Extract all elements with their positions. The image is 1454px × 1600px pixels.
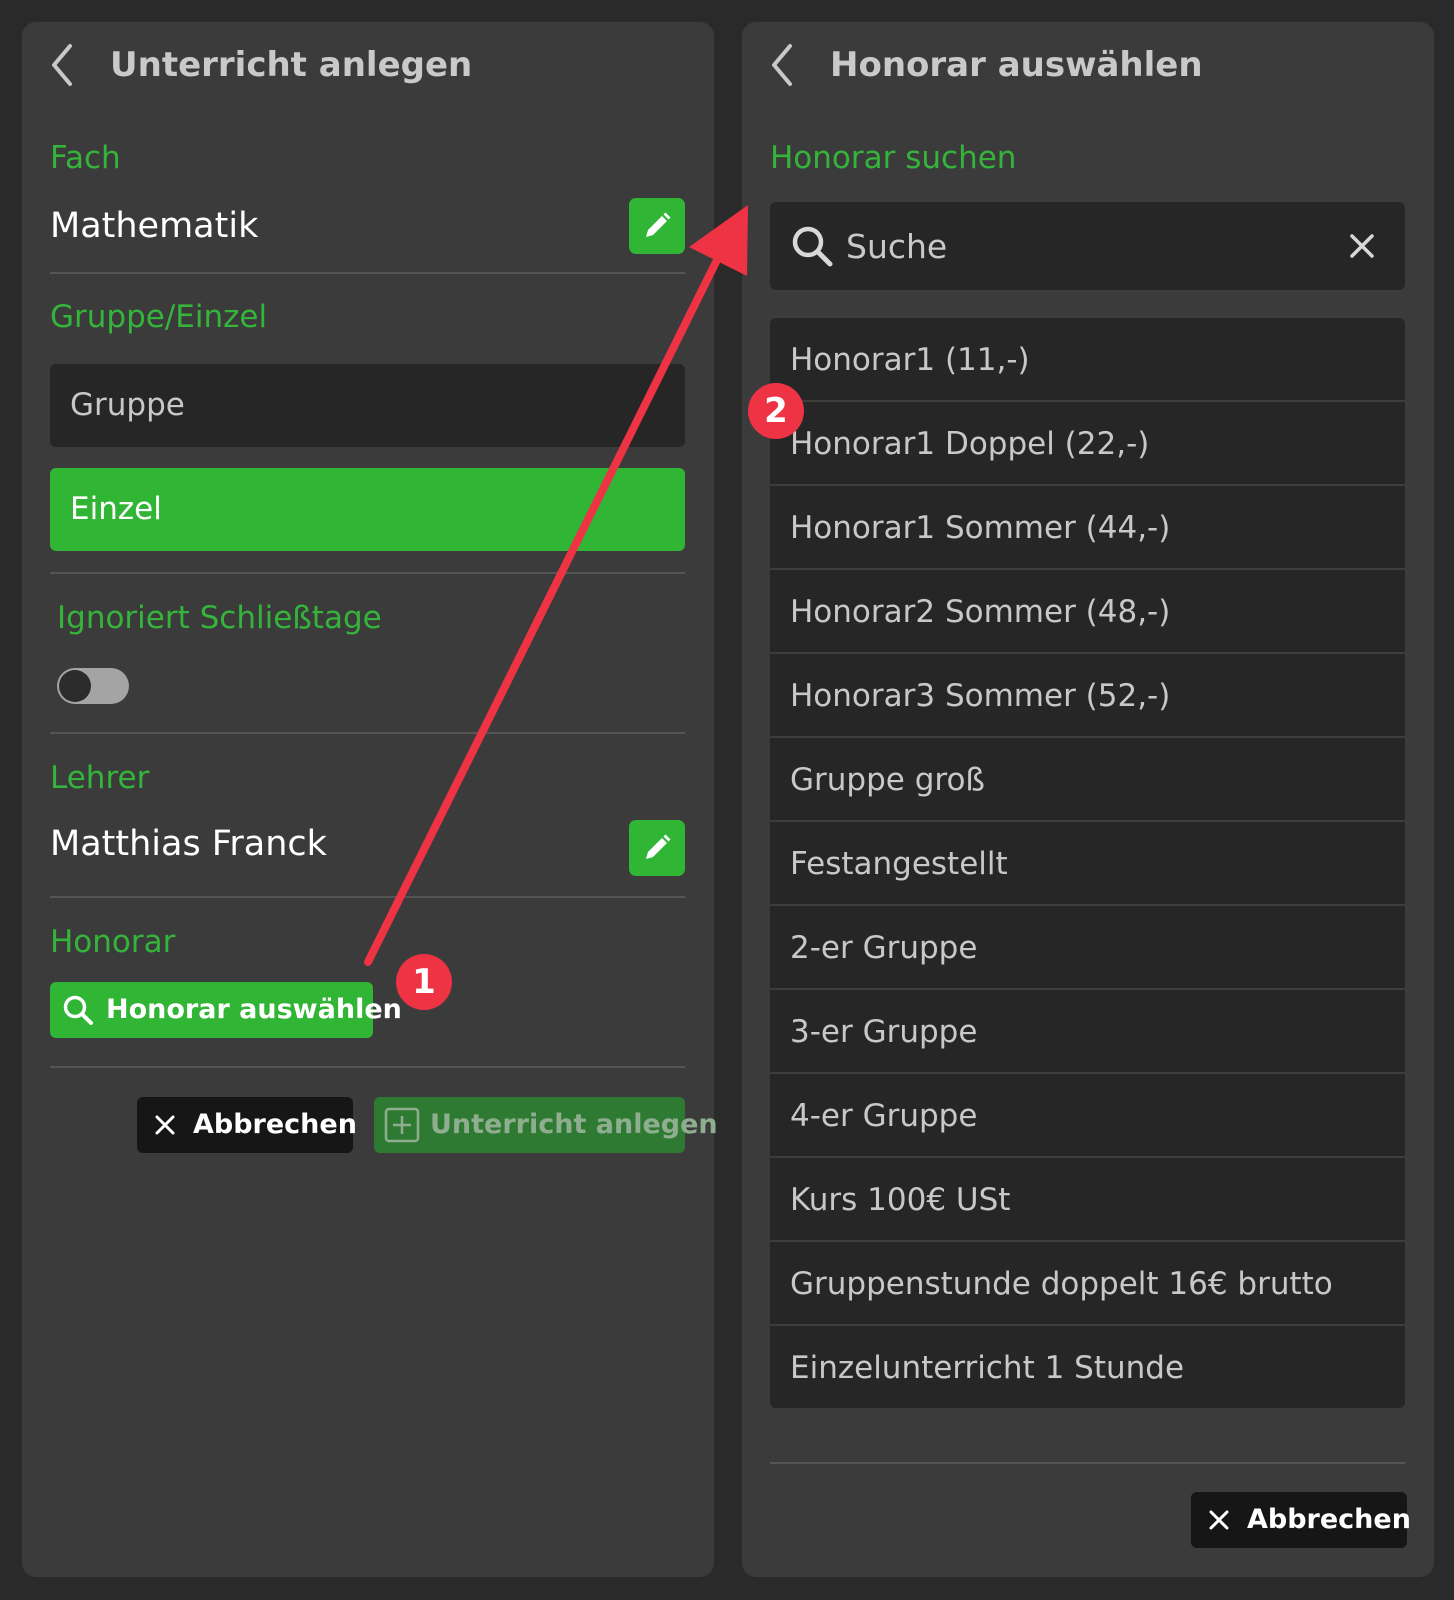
pencil-icon [646, 212, 671, 237]
divider [50, 732, 685, 734]
edit-fach-button[interactable] [629, 198, 685, 254]
option-gruppe[interactable]: Gruppe [50, 364, 685, 447]
create-lesson-panel: Unterricht anlegen Fach Mathematik Grupp… [22, 22, 718, 1577]
search-icon [63, 995, 93, 1025]
select-honorar-panel: Honorar auswählen Honorar suchen Honorar… [742, 22, 1434, 1577]
create-lesson-button[interactable]: Unterricht anlegen [374, 1097, 718, 1153]
annotation-badge-2: 2 [748, 383, 804, 439]
divider [50, 572, 685, 574]
list-item[interactable]: 3-er Gruppe [770, 990, 1405, 1074]
list-item[interactable]: Honorar3 Sommer (52,-) [770, 654, 1405, 738]
list-item[interactable]: Gruppenstunde doppelt 16€ brutto [770, 1242, 1405, 1326]
select-honorar-label: Honorar auswählen [106, 994, 402, 1025]
create-lesson-label: Unterricht anlegen [430, 1109, 718, 1140]
list-item[interactable]: Honorar2 Sommer (48,-) [770, 570, 1405, 654]
divider [50, 272, 685, 274]
edit-lehrer-button[interactable] [629, 820, 685, 876]
pencil-icon [646, 834, 671, 859]
list-item[interactable]: Kurs 100€ USt [770, 1158, 1405, 1242]
divider [50, 896, 685, 898]
search-box [770, 202, 1405, 290]
close-icon[interactable] [1348, 232, 1376, 260]
list-item[interactable]: Honorar1 (11,-) [770, 318, 1405, 402]
plus-square-icon [384, 1107, 420, 1143]
list-item[interactable]: Gruppe groß [770, 738, 1405, 822]
search-label: Honorar suchen [770, 140, 1017, 176]
lehrer-label: Lehrer [50, 760, 150, 796]
cancel-label: Abbrechen [1247, 1504, 1411, 1535]
annotation-badge-1: 1 [396, 954, 452, 1010]
fach-label: Fach [50, 140, 121, 176]
search-icon [792, 226, 833, 267]
panel-header: Honorar auswählen [742, 22, 1434, 112]
page-title: Honorar auswählen [830, 45, 1203, 85]
cancel-label: Abbrechen [193, 1109, 357, 1140]
option-einzel-selected[interactable]: Einzel [50, 468, 685, 551]
honorar-label: Honorar [50, 924, 176, 960]
list-item[interactable]: Einzelunterricht 1 Stunde [770, 1326, 1405, 1408]
gruppe-einzel-label: Gruppe/Einzel [50, 299, 268, 335]
fach-value: Mathematik [50, 206, 259, 246]
list-item[interactable]: Festangestellt [770, 822, 1405, 906]
list-item[interactable]: Honorar1 Doppel (22,-) [770, 402, 1405, 486]
divider [50, 1066, 685, 1068]
search-input[interactable] [846, 216, 1316, 276]
lehrer-value: Matthias Franck [50, 824, 327, 864]
chevron-left-icon[interactable] [768, 42, 798, 88]
schliesstage-label: Ignoriert Schließtage [57, 600, 382, 636]
chevron-left-icon[interactable] [48, 42, 78, 88]
close-icon [1209, 1510, 1229, 1530]
panel-header: Unterricht anlegen [22, 22, 714, 112]
list-item[interactable]: 2-er Gruppe [770, 906, 1405, 990]
cancel-button[interactable]: Abbrechen [1191, 1492, 1411, 1548]
page-title: Unterricht anlegen [110, 45, 473, 85]
schliesstage-toggle[interactable] [57, 668, 129, 704]
cancel-button[interactable]: Abbrechen [137, 1097, 357, 1153]
toggle-knob [59, 670, 91, 702]
honorar-list: Honorar1 (11,-) Honorar1 Doppel (22,-) H… [770, 318, 1405, 1408]
close-icon [155, 1115, 175, 1135]
select-honorar-button[interactable]: Honorar auswählen [50, 982, 402, 1038]
divider [770, 1462, 1405, 1464]
list-item[interactable]: 4-er Gruppe [770, 1074, 1405, 1158]
list-item[interactable]: Honorar1 Sommer (44,-) [770, 486, 1405, 570]
